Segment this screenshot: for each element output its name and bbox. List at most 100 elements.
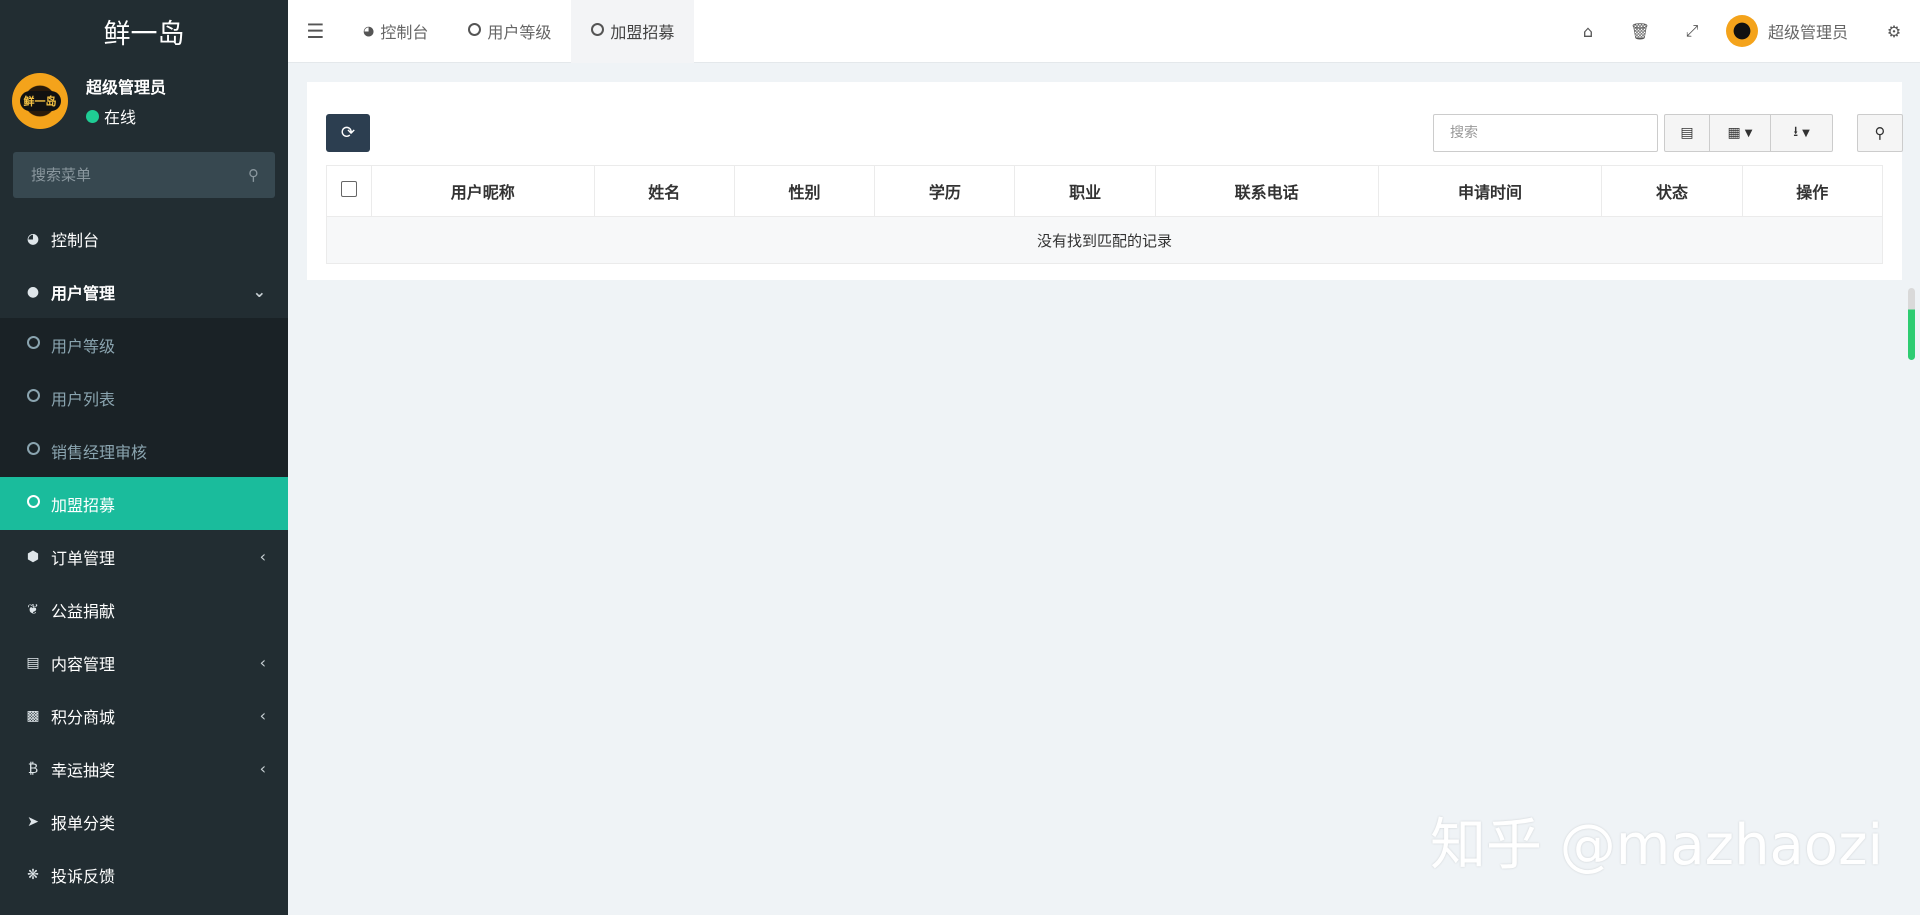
cube-icon: ⬢: [26, 548, 40, 565]
column-header[interactable]: 操作: [1741, 165, 1884, 217]
sidebar-item-label: 幸运抽奖: [51, 760, 116, 780]
table-search: [1433, 114, 1658, 152]
column-header[interactable]: 职业: [1014, 165, 1156, 217]
tab-label: 加盟招募: [610, 23, 675, 42]
fullscreen-icon[interactable]: ⤢: [1666, 21, 1718, 41]
sidebar-item-user-management[interactable]: ● 用户管理 ⌄: [0, 265, 288, 318]
search-icon[interactable]: ⚲: [248, 166, 259, 184]
circle-icon: [591, 22, 605, 40]
circle-icon: [25, 389, 41, 406]
columns-button[interactable]: ▦ ▼: [1710, 115, 1771, 151]
tab-dashboard[interactable]: ◕ 控制台: [343, 0, 448, 63]
toggle-view-button[interactable]: ▤: [1665, 115, 1710, 151]
sidebar-item-user-level[interactable]: 用户等级: [0, 318, 288, 371]
brand-logo[interactable]: 鲜一岛: [0, 0, 288, 62]
sidebar-item-report-category[interactable]: ➤ 报单分类: [0, 795, 288, 848]
online-dot-icon: [86, 109, 99, 123]
sidebar-item-label: 公益捐献: [51, 601, 116, 621]
column-header[interactable]: 联系电话: [1154, 165, 1379, 217]
data-table: 用户昵称 姓名 性别 学历 职业 联系电话 申请时间 状态 操作 没有找到匹配的…: [326, 165, 1884, 264]
sidebar-item-label: 用户管理: [51, 283, 116, 303]
user-status: 在线: [86, 104, 166, 128]
caret-down-icon: ▼: [1744, 127, 1753, 139]
column-header[interactable]: 学历: [874, 165, 1016, 217]
sidebar-item-order-management[interactable]: ⬢ 订单管理 ‹: [0, 530, 288, 583]
sidebar-item-label: 报单分类: [51, 813, 116, 833]
chevron-left-icon: ‹: [259, 547, 266, 566]
tab-user-level[interactable]: 用户等级: [448, 0, 571, 63]
topbar-user[interactable]: 超级管理员: [1718, 15, 1868, 47]
menu-toggle-icon[interactable]: ☰: [288, 19, 343, 43]
circle-icon: [25, 442, 41, 459]
chevron-left-icon: ‹: [259, 759, 266, 778]
submenu-user-management: 用户等级 用户列表 销售经理审核: [0, 318, 288, 477]
circle-icon: [468, 22, 482, 40]
send-icon: ➤: [27, 813, 39, 830]
empty-table-message: 没有找到匹配的记录: [326, 216, 1883, 264]
circle-icon: [25, 336, 41, 353]
search-icon: ⚲: [1874, 124, 1886, 142]
table-row: 没有找到匹配的记录: [326, 216, 1883, 264]
user-icon: ●: [26, 283, 40, 300]
sidebar-item-label: 投诉反馈: [51, 866, 116, 886]
avatar: [1725, 15, 1758, 47]
sidebar-item-lucky-draw[interactable]: ₿ 幸运抽奖 ‹: [0, 742, 288, 795]
grid-icon: ▦: [1727, 125, 1741, 141]
trash-icon[interactable]: 🗑︎: [1614, 22, 1666, 41]
user-panel: 鲜一岛 超级管理员 在线: [0, 62, 288, 142]
sidebar: 鲜一岛 鲜一岛 超级管理员 在线 ⚲ ◕ 控制台 ● 用户管理 ⌄ 用户等级 用…: [0, 0, 288, 915]
column-header[interactable]: 性别: [733, 165, 876, 217]
gear-icon: ❋: [27, 866, 39, 883]
gift-icon: ▩: [26, 707, 40, 724]
watermark: 知乎 @mazhaozi: [1430, 813, 1884, 878]
table-search-input[interactable]: [1448, 124, 1642, 142]
sidebar-item-complaint-feedback[interactable]: ❋ 投诉反馈: [0, 848, 288, 901]
leaf-icon: ❦: [27, 601, 39, 618]
sidebar-item-label: 订单管理: [51, 548, 116, 568]
tab-franchise-recruitment[interactable]: 加盟招募: [571, 0, 695, 63]
menu-search-input[interactable]: [29, 165, 233, 185]
dashboard-icon: ◕: [363, 23, 375, 39]
file-icon: ▤: [26, 654, 40, 671]
advanced-search-button[interactable]: ⚲: [1857, 114, 1903, 152]
list-view-icon: ▤: [1680, 125, 1694, 141]
refresh-button[interactable]: ⟳: [326, 114, 370, 152]
sidebar-item-label: 内容管理: [51, 654, 116, 674]
chevron-down-icon: ⌄: [252, 282, 266, 301]
sidebar-item-franchise-recruitment[interactable]: 加盟招募: [0, 477, 288, 530]
refresh-icon: ⟳: [340, 123, 356, 143]
column-header[interactable]: 用户昵称: [370, 165, 595, 217]
bitcoin-icon: ₿: [27, 761, 39, 777]
dashboard-icon: ◕: [26, 230, 40, 247]
scroll-indicator[interactable]: [1908, 288, 1915, 360]
chevron-left-icon: ‹: [259, 653, 266, 672]
column-header[interactable]: 状态: [1601, 165, 1743, 217]
topbar-user-name: 超级管理员: [1767, 23, 1848, 42]
sidebar-item-charity-donation[interactable]: ❦ 公益捐献: [0, 583, 288, 636]
select-all-checkbox[interactable]: [340, 181, 357, 197]
column-header[interactable]: 姓名: [593, 165, 735, 217]
topbar: ☰ ◕ 控制台 用户等级 加盟招募 ⌂ 🗑︎ ⤢ 超级管理员 ⚙: [288, 0, 1920, 63]
sidebar-item-sales-manager-review[interactable]: 销售经理审核: [0, 424, 288, 477]
table-header-row: 用户昵称 姓名 性别 学历 职业 联系电话 申请时间 状态 操作: [326, 165, 1884, 217]
table-toolbar: ⟳ ▤ ▦ ▼ ⭳ ▼ ⚲: [326, 114, 1903, 152]
sidebar-item-label: 销售经理审核: [51, 442, 148, 462]
sidebar-item-content-management[interactable]: ▤ 内容管理 ‹: [0, 636, 288, 689]
sidebar-item-label: 控制台: [51, 230, 100, 250]
sidebar-item-label: 加盟招募: [51, 495, 116, 515]
chevron-left-icon: ‹: [259, 706, 266, 725]
select-all-cell: [326, 165, 372, 217]
home-icon[interactable]: ⌂: [1562, 22, 1614, 41]
sidebar-item-label: 用户列表: [51, 389, 116, 409]
user-name: 超级管理员: [86, 78, 167, 97]
sidebar-item-label: 积分商城: [51, 707, 116, 727]
tab-label: 用户等级: [487, 23, 552, 42]
table-tools: ▤ ▦ ▼ ⭳ ▼: [1664, 114, 1833, 152]
sidebar-item-points-mall[interactable]: ▩ 积分商城 ‹: [0, 689, 288, 742]
export-icon: ⭳: [1793, 124, 1799, 140]
sidebar-item-user-list[interactable]: 用户列表: [0, 371, 288, 424]
column-header[interactable]: 申请时间: [1377, 165, 1603, 217]
sidebar-item-dashboard[interactable]: ◕ 控制台: [0, 212, 288, 265]
settings-gears-icon[interactable]: ⚙: [1868, 22, 1920, 41]
export-button[interactable]: ⭳ ▼: [1771, 115, 1832, 151]
